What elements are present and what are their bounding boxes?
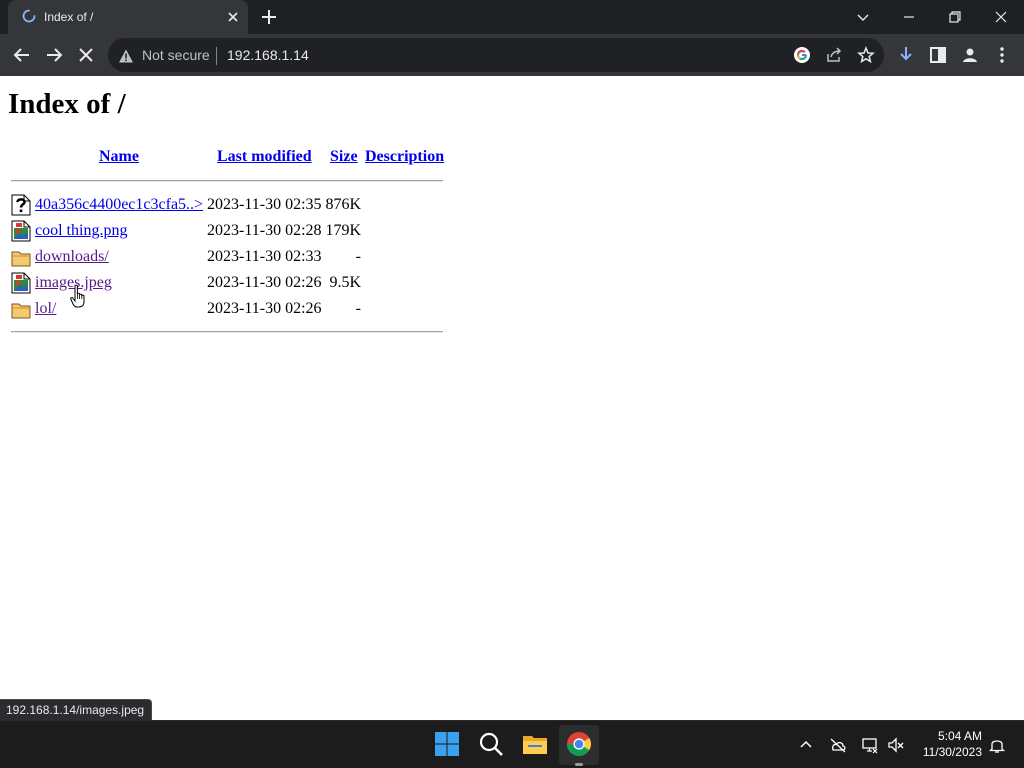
image-file-icon — [11, 272, 31, 294]
restore-icon[interactable] — [944, 6, 966, 28]
image-file-icon — [11, 220, 31, 242]
close-window-icon[interactable] — [990, 6, 1012, 28]
table-row: images.jpeg 2023-11-30 02:26 9.5K — [0, 270, 460, 296]
column-header-size[interactable]: Size — [330, 148, 358, 166]
column-header-name[interactable]: Name — [99, 148, 139, 166]
bookmark-star-icon[interactable] — [857, 46, 875, 64]
tab-close-icon[interactable] — [225, 9, 241, 25]
new-tab-icon[interactable] — [260, 8, 278, 26]
hand-pointer-cursor-icon — [70, 284, 85, 308]
security-label[interactable]: Not secure — [142, 47, 210, 63]
folder-link[interactable]: lol/ — [35, 300, 56, 318]
volume-muted-icon[interactable] — [887, 736, 905, 754]
unknown-file-icon — [11, 194, 31, 216]
header-divider — [11, 180, 443, 182]
last-modified-cell: 2023-11-30 02:26 — [207, 274, 322, 291]
folder-icon — [11, 251, 31, 267]
last-modified-cell: 2023-11-30 02:35 — [207, 196, 322, 213]
url-text[interactable]: 192.168.1.14 — [227, 47, 309, 63]
tab-title: Index of / — [44, 10, 94, 24]
minimize-icon[interactable] — [898, 6, 920, 28]
search-icon[interactable] — [476, 729, 506, 759]
browser-tab-strip: Index of / — [0, 0, 1024, 34]
page-title: Index of / — [8, 88, 126, 120]
size-cell: - — [355, 300, 361, 317]
file-explorer-icon[interactable] — [520, 729, 550, 759]
table-row: downloads/ 2023-11-30 02:33 - — [0, 244, 460, 270]
last-modified-cell: 2023-11-30 02:26 — [207, 300, 322, 317]
menu-kebab-icon[interactable] — [991, 44, 1013, 66]
link-status-bubble: 192.168.1.14/images.jpeg — [0, 699, 153, 721]
notification-bell-icon[interactable] — [988, 736, 1006, 754]
file-link[interactable]: 40a356c4400ec1c3cfa5..> — [35, 196, 203, 214]
column-header-last-modified[interactable]: Last modified — [217, 148, 312, 166]
side-panel-icon[interactable] — [927, 44, 949, 66]
size-cell: 9.5K — [329, 274, 361, 291]
last-modified-cell: 2023-11-30 02:28 — [207, 222, 322, 239]
clock-date[interactable]: 11/30/2023 — [912, 745, 982, 760]
table-row: lol/ 2023-11-30 02:26 - — [0, 296, 460, 322]
windows-start-icon[interactable] — [432, 729, 462, 759]
profile-icon[interactable] — [959, 44, 981, 66]
footer-divider — [11, 331, 443, 333]
stop-loading-icon[interactable] — [75, 44, 97, 66]
tab-index-of[interactable]: Index of / — [8, 0, 248, 34]
show-hidden-icons-chevron-icon[interactable] — [797, 736, 815, 754]
table-row: cool thing.png 2023-11-30 02:28 179K — [0, 218, 460, 244]
chrome-icon[interactable] — [564, 729, 594, 759]
size-cell: - — [355, 248, 361, 265]
network-icon[interactable] — [861, 736, 879, 754]
folder-link[interactable]: downloads/ — [35, 248, 109, 266]
share-icon[interactable] — [825, 46, 843, 64]
google-lens-icon[interactable] — [793, 46, 811, 64]
size-cell: 179K — [325, 222, 361, 239]
running-app-indicator — [575, 763, 583, 766]
page-content: Index of / Name Last modified Size Descr… — [0, 76, 1024, 720]
forward-arrow-icon[interactable] — [43, 44, 65, 66]
table-row: 40a356c4400ec1c3cfa5..> 2023-11-30 02:35… — [0, 192, 460, 218]
file-link[interactable]: cool thing.png — [35, 222, 127, 240]
folder-icon — [11, 303, 31, 319]
windows-taskbar: 5:04 AM 11/30/2023 — [0, 720, 1024, 768]
address-divider — [216, 47, 217, 65]
browser-toolbar: Not secure 192.168.1.14 — [0, 34, 1024, 76]
address-bar[interactable]: Not secure 192.168.1.14 — [108, 38, 884, 72]
column-header-description[interactable]: Description — [365, 148, 444, 166]
last-modified-cell: 2023-11-30 02:33 — [207, 248, 322, 265]
warning-triangle-icon[interactable] — [118, 48, 134, 64]
download-icon[interactable] — [895, 44, 917, 66]
loading-spinner-icon — [22, 9, 36, 23]
size-cell: 876K — [325, 196, 361, 213]
onedrive-cloud-icon[interactable] — [829, 736, 847, 754]
back-arrow-icon[interactable] — [11, 44, 33, 66]
tab-search-chevron-icon[interactable] — [852, 6, 874, 28]
clock-time[interactable]: 5:04 AM — [920, 729, 982, 744]
